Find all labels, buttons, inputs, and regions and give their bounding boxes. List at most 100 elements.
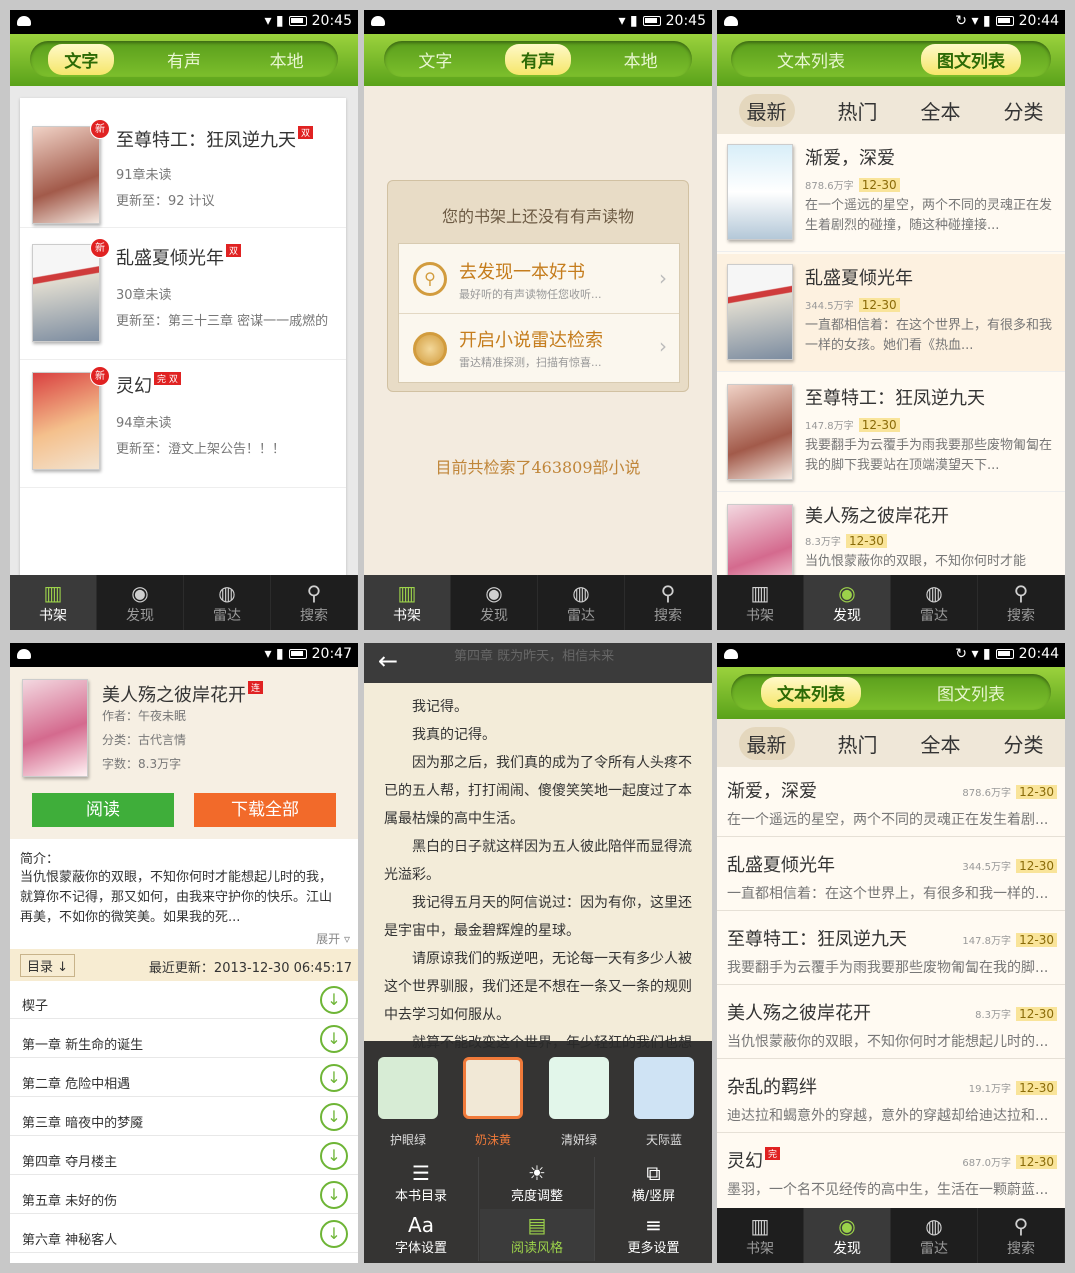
chapter-row[interactable]: 第一章 新生命的诞生 ↓ (10, 1020, 358, 1058)
download-all-button[interactable]: 下载全部 (194, 793, 336, 827)
toc-sort-button[interactable]: 目录 ↓ (20, 954, 76, 977)
download-icon[interactable]: ↓ (320, 1064, 348, 1092)
paragraph: 我记得五月天的阿信说过：因为有你，这里还是宇宙中，最金碧辉煌的星球。 (384, 895, 692, 939)
list-item[interactable]: 美人殇之彼岸花开 8.3万字 12-30 当仇恨蒙蔽你的双眼，不知你何时才能 (717, 494, 1065, 576)
swatch-eye-green[interactable] (378, 1057, 438, 1119)
cat-latest[interactable]: 最新 (738, 93, 795, 127)
tab-radar[interactable]: ◍ 雷达 (891, 1208, 978, 1263)
list-item[interactable]: 乱盛夏倾光年 344.5万字 12-30 一直都相信着：在这个世界上，有很多和我一样… (717, 841, 1065, 911)
shelf-item[interactable]: 新 乱盛夏倾光年双 30章未读 更新至：第三十三章 密谋一一戚燃的 (20, 234, 346, 360)
radar-icon (413, 332, 447, 366)
shelf-item[interactable]: 新 灵幻完 双 94章未读 更新至：澄文上架公告！！！ (20, 362, 346, 488)
status-bar: ▾ ▮ 20:47 (10, 643, 358, 667)
chapter-row[interactable]: 第四章 夺月楼主 ↓ (10, 1137, 358, 1175)
option-list: ⚲ 去发现一本好书 最好听的有声读物任您收听... › 开启小说雷达检索 雷达精… (398, 243, 680, 383)
word-count: 344.5万字 (805, 301, 854, 312)
shelf-item[interactable]: 新 至尊特工：狂凤逆九天双 91章未读 更新至：92 计议 (20, 108, 346, 228)
rotate-icon: ⧉ (646, 1161, 661, 1185)
cat-latest[interactable]: 最新 (738, 726, 795, 760)
list-item[interactable]: 至尊特工：狂凤逆九天 147.8万字 12-30 我要翻手为云覆手为雨我要那些废物匍… (717, 915, 1065, 985)
chapter-row[interactable]: 第五章 未好的伤 ↓ (10, 1176, 358, 1214)
menu-font[interactable]: Aa 字体设置 (364, 1209, 479, 1261)
tab-search[interactable]: ⚲ 搜索 (978, 1208, 1065, 1263)
tab-audio[interactable]: 有声 (151, 44, 217, 75)
chapter-row[interactable]: 楔子 ↓ (10, 981, 358, 1019)
tab-graphic-list[interactable]: 图文列表 (921, 43, 1021, 75)
tab-radar[interactable]: ◍ 雷达 (184, 575, 271, 630)
download-icon[interactable]: ↓ (320, 1220, 348, 1248)
list-item[interactable]: 渐爱，深爱 878.6万字 12-30 在一个遥远的星空，两个不同的灵魂正在发生着剧… (717, 767, 1065, 837)
tab-bookshelf[interactable]: ▥ 书架 (717, 575, 804, 630)
tab-discover[interactable]: ◉ 发现 (804, 1208, 891, 1263)
list-item[interactable]: 至尊特工：狂凤逆九天 147.8万字 12-30 我要翻手为云覆手为雨我要那些废… (717, 374, 1065, 492)
discover-book-option[interactable]: ⚲ 去发现一本好书 最好听的有声读物任您收听... › (399, 244, 679, 314)
cat-complete[interactable]: 全本 (921, 96, 961, 125)
download-icon[interactable]: ↓ (320, 1103, 348, 1131)
word-count: 8.3万字 (805, 537, 841, 548)
book-icon: ▥ (397, 581, 417, 605)
tab-search[interactable]: ⚲ 搜索 (978, 575, 1065, 630)
menu-orientation[interactable]: ⧉ 横/竖屏 (596, 1157, 711, 1209)
tab-local[interactable]: 本地 (608, 44, 674, 75)
chapter-row[interactable]: 第三章 暗夜中的梦魇 ↓ (10, 1098, 358, 1136)
list-item[interactable]: 灵幻完 687.0万字 12-30 墨羽，一个名不见经传的高中生，生活在一颗蔚蓝..… (717, 1137, 1065, 1207)
cat-category[interactable]: 分类 (1004, 96, 1044, 125)
tab-discover[interactable]: ◉ 发现 (804, 575, 891, 630)
cat-complete[interactable]: 全本 (921, 729, 961, 758)
list-item[interactable]: 杂乱的羁绊 19.1万字 12-30 迪达拉和蝎意外的穿越，意外的穿越却给迪达拉和.… (717, 1063, 1065, 1133)
tab-radar[interactable]: ◍ 雷达 (538, 575, 625, 630)
expand-button[interactable]: 展开 ▿ (316, 930, 350, 947)
swatch-fresh-green[interactable] (549, 1057, 609, 1119)
date-badge: 12-30 (1016, 1081, 1057, 1095)
tab-local[interactable]: 本地 (254, 44, 320, 75)
download-icon[interactable]: ↓ (320, 1181, 348, 1209)
tab-text-list[interactable]: 文本列表 (761, 44, 861, 75)
chevron-right-icon: › (659, 334, 667, 358)
menu-style[interactable]: ▤ 阅读风格 (480, 1209, 595, 1261)
chapter-row[interactable]: 第六章 神秘客人 ↓ (10, 1215, 358, 1253)
category: 分类：古代言情 (102, 733, 187, 747)
menu-more[interactable]: ≡ 更多设置 (596, 1209, 711, 1261)
swatch-sky-blue[interactable] (634, 1057, 694, 1119)
tab-search[interactable]: ⚲ 搜索 (625, 575, 712, 630)
tab-search[interactable]: ⚲ 搜索 (271, 575, 358, 630)
tab-graphic-list[interactable]: 图文列表 (921, 677, 1021, 708)
tab-bookshelf[interactable]: ▥ 书架 (717, 1208, 804, 1263)
tag: 完 (765, 1147, 781, 1160)
list-item[interactable]: 乱盛夏倾光年 344.5万字 12-30 一直都相信着：在这个世界上，有很多和我… (717, 254, 1065, 372)
radar-option[interactable]: 开启小说雷达检索 雷达精准探测，扫描有惊喜... › (399, 314, 679, 384)
word-count: 147.8万字 (805, 421, 854, 432)
tag: 双 (298, 126, 314, 139)
paragraph: 黑白的日子就这样因为五人彼此陪伴而显得流光溢彩。 (384, 839, 692, 883)
tab-bookshelf[interactable]: ▥ 书架 (10, 575, 97, 630)
menu-brightness[interactable]: ☀ 亮度调整 (480, 1157, 595, 1209)
book-desc: 迪达拉和蝎意外的穿越，意外的穿越却给迪达拉和... (727, 1108, 1049, 1124)
cat-category[interactable]: 分类 (1004, 729, 1044, 758)
menu-toc[interactable]: ☰ 本书目录 (364, 1157, 479, 1209)
tab-bookshelf[interactable]: ▥ 书架 (364, 575, 451, 630)
tab-text[interactable]: 文字 (48, 43, 115, 75)
tab-discover[interactable]: ◉ 发现 (451, 575, 538, 630)
book-title: 美人殇之彼岸花开 (805, 506, 949, 527)
swatch-cream-yellow[interactable] (463, 1057, 523, 1119)
tab-audio[interactable]: 有声 (504, 43, 571, 75)
tab-text[interactable]: 文字 (402, 44, 468, 75)
tab-discover[interactable]: ◉ 发现 (97, 575, 184, 630)
android-icon (371, 16, 385, 26)
list-item[interactable]: 渐爱，深爱 878.6万字 12-30 在一个遥远的星空，两个不同的灵魂正在发生… (717, 134, 1065, 252)
cat-hot[interactable]: 热门 (838, 96, 878, 125)
cat-hot[interactable]: 热门 (838, 729, 878, 758)
read-button[interactable]: 阅读 (32, 793, 174, 827)
tab-radar[interactable]: ◍ 雷达 (891, 575, 978, 630)
swatch-label: 清妍绿 (560, 1133, 597, 1147)
option-title: 去发现一本好书 (459, 262, 585, 283)
chapter-row[interactable]: 第二章 危险中相遇 ↓ (10, 1059, 358, 1097)
list-item[interactable]: 美人殇之彼岸花开 8.3万字 12-30 当仇恨蒙蔽你的双眼，不知你何时才能想起儿时… (717, 989, 1065, 1059)
back-arrow-icon[interactable]: ← (378, 647, 398, 675)
download-icon[interactable]: ↓ (320, 986, 348, 1014)
download-icon[interactable]: ↓ (320, 1025, 348, 1053)
clock: 20:47 (311, 646, 352, 662)
tab-text-list[interactable]: 文本列表 (761, 676, 861, 708)
download-icon[interactable]: ↓ (320, 1142, 348, 1170)
paragraph: 我真的记得。 (412, 727, 496, 743)
